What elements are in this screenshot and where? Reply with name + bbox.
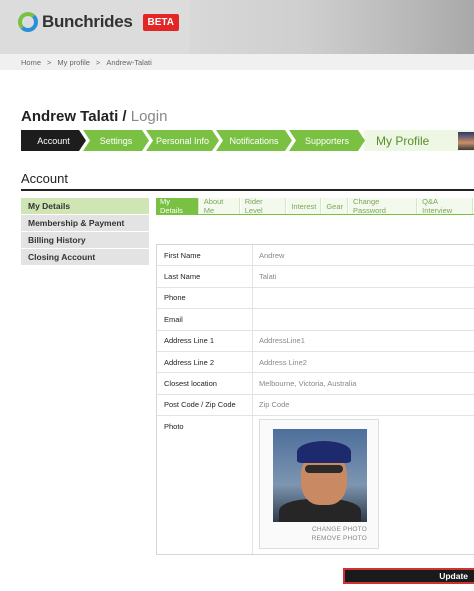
- change-photo-link[interactable]: CHANGE PHOTO: [260, 526, 380, 533]
- section-divider: [21, 189, 474, 191]
- form-row: Address Line 1 AddressLine1: [157, 330, 474, 352]
- address-line-1-label: Address Line 1: [157, 330, 253, 351]
- breadcrumb: Home > My profile > Andrew-Talati: [0, 54, 474, 70]
- beta-badge: BETA: [142, 13, 180, 31]
- first-name-label: First Name: [157, 245, 253, 266]
- section-title: Account: [21, 171, 68, 186]
- tab-account[interactable]: Account: [21, 130, 86, 151]
- subtab-change-password[interactable]: Change Password: [349, 197, 418, 215]
- profile-photo: [273, 429, 367, 522]
- photo-glasses: [305, 465, 343, 473]
- form-row: Email: [157, 309, 474, 331]
- logo-ring-icon: [18, 12, 38, 32]
- side-item-membership-payment[interactable]: Membership & Payment: [21, 215, 149, 231]
- breadcrumb-separator: >: [47, 57, 52, 67]
- breadcrumb-my-profile[interactable]: My profile: [57, 58, 90, 67]
- side-item-my-details[interactable]: My Details: [21, 198, 149, 214]
- first-name-field[interactable]: Andrew: [253, 245, 474, 265]
- tab-personal-info[interactable]: Personal Info: [146, 130, 219, 151]
- form-row: Post Code / Zip Code Zip Code: [157, 394, 474, 417]
- form-row: First Name Andrew: [157, 245, 474, 267]
- subtab-rider-level[interactable]: Rider Level: [240, 197, 287, 215]
- photo-frame: CHANGE PHOTO REMOVE PHOTO: [259, 419, 379, 549]
- account-side-menu: My Details Membership & Payment Billing …: [21, 198, 149, 266]
- login-link[interactable]: Login: [131, 108, 168, 125]
- form-row: Address Line 2 Address Line2: [157, 351, 474, 374]
- side-item-billing-history[interactable]: Billing History: [21, 232, 149, 248]
- form-row: Closest location Melbourne, Victoria, Au…: [157, 373, 474, 395]
- photo-label: Photo: [157, 416, 253, 555]
- address-line-2-label: Address Line 2: [157, 351, 253, 373]
- main-tabs: Account Settings Personal Info Notificat…: [21, 130, 474, 151]
- subtab-interest[interactable]: Interest: [287, 198, 322, 214]
- side-item-closing-account[interactable]: Closing Account: [21, 249, 149, 265]
- email-field[interactable]: [253, 309, 474, 329]
- tab-supporters[interactable]: Supporters: [289, 130, 365, 151]
- subtab-about-me[interactable]: About Me: [199, 197, 240, 215]
- address-line-1-field[interactable]: AddressLine1: [253, 331, 474, 351]
- remove-photo-link[interactable]: REMOVE PHOTO: [260, 535, 380, 542]
- form-row: Phone: [157, 287, 474, 310]
- details-sub-tabs: My Details About Me Rider Level Interest…: [156, 197, 474, 215]
- page-title: Andrew Talati / Login: [21, 108, 167, 125]
- tab-settings[interactable]: Settings: [83, 130, 149, 151]
- my-details-form: First Name Andrew Last Name Talati Phone…: [156, 244, 474, 556]
- photo-helmet: [297, 441, 351, 463]
- phone-field[interactable]: [253, 288, 474, 308]
- form-row: Last Name Talati: [157, 266, 474, 288]
- last-name-field[interactable]: Talati: [253, 266, 474, 286]
- subtab-qa-interview[interactable]: Q&A Interview: [418, 197, 473, 215]
- last-name-label: Last Name: [157, 266, 253, 287]
- tab-notifications[interactable]: Notifications: [216, 130, 292, 151]
- subtab-gear[interactable]: Gear: [322, 198, 349, 214]
- closest-location-field[interactable]: Melbourne, Victoria, Australia: [253, 373, 474, 393]
- subtab-my-details[interactable]: My Details: [156, 197, 199, 215]
- site-header: Bunchrides BETA: [0, 0, 474, 54]
- closest-location-label: Closest location: [157, 373, 253, 394]
- user-name: Andrew Talati /: [21, 108, 127, 125]
- breadcrumb-separator: >: [95, 57, 101, 67]
- avatar[interactable]: [458, 132, 474, 150]
- address-line-2-field[interactable]: Address Line2: [253, 352, 474, 372]
- breadcrumb-current: Andrew-Talati: [106, 57, 152, 67]
- breadcrumb-home[interactable]: Home: [21, 58, 41, 67]
- site-logo[interactable]: Bunchrides BETA: [18, 12, 180, 32]
- header-cyclist-banner: [190, 0, 474, 54]
- logo-text: Bunchrides: [42, 12, 133, 31]
- post-code-field[interactable]: Zip Code: [253, 395, 474, 415]
- post-code-label: Post Code / Zip Code: [157, 394, 253, 416]
- update-button[interactable]: Update: [343, 568, 474, 584]
- phone-label: Phone: [157, 287, 253, 309]
- email-label: Email: [157, 309, 253, 330]
